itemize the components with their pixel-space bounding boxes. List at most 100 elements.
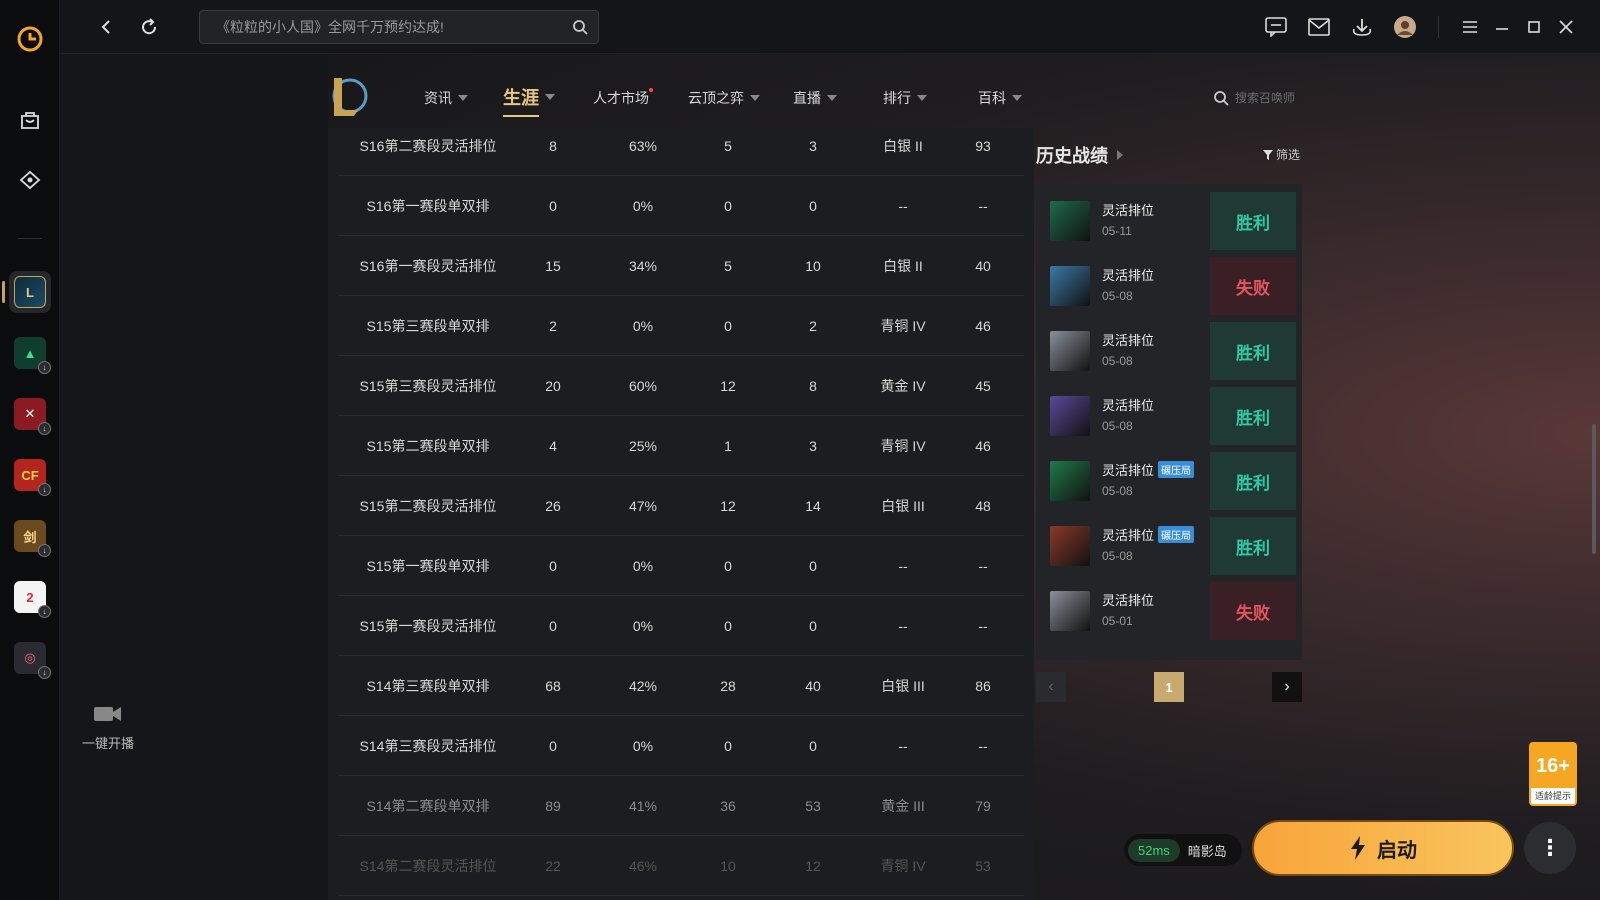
table-cell: 2 bbox=[809, 317, 817, 334]
table-cell: 3 bbox=[809, 137, 817, 154]
table-cell: 白银 II bbox=[883, 257, 923, 274]
match-item[interactable]: 灵活排位 05-01 失败 bbox=[1044, 582, 1296, 640]
launch-label: 启动 bbox=[1377, 839, 1417, 862]
nav-tab-3[interactable]: 云顶之弈 bbox=[688, 88, 760, 108]
global-search-input[interactable] bbox=[216, 19, 566, 35]
age-rating-note: 适龄提示 bbox=[1534, 791, 1571, 801]
store-bag-icon[interactable] bbox=[9, 99, 51, 141]
table-cell: 白银 III bbox=[881, 497, 925, 514]
table-row[interactable]: S14第二赛段单双排 89 41% 36 53 黄金 III 79 bbox=[338, 776, 1024, 836]
game-tile-2-icon[interactable]: 2 ↓ bbox=[9, 576, 51, 618]
nav-tab-2[interactable]: 人才市场 bbox=[593, 88, 653, 108]
nav-tab-label: 直播 bbox=[793, 90, 821, 106]
match-item[interactable]: 灵活排位 碾压局 05-08 胜利 bbox=[1044, 517, 1296, 575]
mail-icon[interactable] bbox=[1307, 15, 1331, 39]
match-item[interactable]: 灵活排位 05-11 胜利 bbox=[1044, 192, 1296, 250]
avatar[interactable] bbox=[1393, 15, 1417, 39]
lol-game-icon[interactable]: L bbox=[2, 271, 51, 313]
table-cell: 0% bbox=[632, 617, 654, 634]
match-result: 胜利 bbox=[1210, 192, 1296, 250]
table-row[interactable]: S15第一赛段灵活排位 0 0% 0 0 -- -- bbox=[338, 596, 1024, 656]
back-icon[interactable] bbox=[94, 15, 118, 39]
nav-tab-label: 排行 bbox=[883, 90, 911, 106]
crossfire-game-icon[interactable]: CF ↓ bbox=[9, 454, 51, 496]
game-tile-red-icon[interactable]: ✕ ↓ bbox=[9, 393, 51, 435]
chevron-down-icon bbox=[917, 95, 927, 101]
app-logo-icon[interactable] bbox=[9, 18, 51, 60]
table-row[interactable]: S16第一赛段灵活排位 15 34% 5 10 白银 II 40 bbox=[338, 236, 1024, 296]
scrollbar[interactable] bbox=[1592, 424, 1596, 554]
minimize-icon[interactable] bbox=[1490, 15, 1514, 39]
table-cell: 2 bbox=[549, 317, 557, 334]
table-cell: S15第三赛段灵活排位 bbox=[359, 377, 497, 394]
nav-tab-label: 人才市场 bbox=[593, 88, 653, 108]
video-camera-icon bbox=[94, 707, 121, 721]
prev-page-button[interactable]: ‹ bbox=[1036, 672, 1066, 702]
filter-button[interactable]: 筛选 bbox=[1262, 146, 1300, 163]
table-row[interactable]: S16第二赛段灵活排位 8 63% 5 3 白银 II 93 bbox=[338, 128, 1024, 176]
launch-button[interactable]: 启动 bbox=[1252, 820, 1514, 876]
table-cell: 0 bbox=[809, 617, 817, 634]
table-row[interactable]: S14第三赛段灵活排位 0 0% 0 0 -- -- bbox=[338, 716, 1024, 776]
download-icon[interactable] bbox=[1350, 15, 1374, 39]
notification-dot bbox=[649, 88, 653, 92]
match-item[interactable]: 灵活排位 05-08 胜利 bbox=[1044, 322, 1296, 380]
match-item[interactable]: 灵活排位 05-08 失败 bbox=[1044, 257, 1296, 315]
valorant-game-icon[interactable]: ▲ ↓ bbox=[9, 332, 51, 374]
match-item[interactable]: 灵活排位 碾压局 05-08 胜利 bbox=[1044, 452, 1296, 510]
table-cell: 40 bbox=[975, 257, 991, 274]
game-tile-gold-icon[interactable]: 剑 ↓ bbox=[9, 515, 51, 557]
nav-tab-1[interactable]: 生涯 bbox=[503, 84, 555, 117]
match-item[interactable]: 灵活排位 05-08 胜利 bbox=[1044, 387, 1296, 445]
search-icon[interactable] bbox=[572, 19, 588, 35]
more-options-button[interactable]: ⋮ bbox=[1524, 822, 1576, 874]
table-cell: 0 bbox=[724, 317, 732, 334]
maximize-icon[interactable] bbox=[1522, 15, 1546, 39]
one-click-stream-button[interactable]: 一键开播 bbox=[68, 704, 148, 752]
summoner-search-input[interactable] bbox=[1235, 91, 1325, 105]
table-row[interactable]: S15第二赛段灵活排位 26 47% 12 14 白银 III 48 bbox=[338, 476, 1024, 536]
match-result: 失败 bbox=[1210, 257, 1296, 315]
nav-tab-0[interactable]: 资讯 bbox=[424, 88, 468, 108]
game-tile-circle-icon[interactable]: ◎ ↓ bbox=[9, 637, 51, 679]
refresh-icon[interactable] bbox=[137, 15, 161, 39]
chevron-down-icon bbox=[750, 95, 760, 101]
active-tab-underline bbox=[503, 115, 539, 117]
nav-tab-6[interactable]: 百科 bbox=[978, 88, 1022, 108]
next-page-button[interactable]: › bbox=[1272, 672, 1302, 702]
match-date: 05-08 bbox=[1102, 289, 1133, 303]
table-cell: 60% bbox=[628, 377, 658, 394]
table-cell: 青铜 IV bbox=[880, 317, 926, 334]
table-row[interactable]: S16第一赛段单双排 0 0% 0 0 -- -- bbox=[338, 176, 1024, 236]
table-row[interactable]: S15第一赛段单双排 0 0% 0 0 -- -- bbox=[338, 536, 1024, 596]
match-date: 05-11 bbox=[1102, 224, 1132, 238]
history-title[interactable]: 历史战绩 bbox=[1036, 142, 1124, 168]
table-cell: -- bbox=[898, 557, 908, 574]
summoner-search[interactable] bbox=[1213, 90, 1325, 106]
table-cell: 0 bbox=[724, 197, 732, 214]
table-cell: S16第一赛段单双排 bbox=[366, 197, 490, 214]
table-cell: 0 bbox=[809, 557, 817, 574]
match-date: 05-08 bbox=[1102, 484, 1133, 498]
table-cell: 63% bbox=[628, 137, 658, 154]
match-mode: 灵活排位 bbox=[1102, 200, 1154, 219]
nav-tab-4[interactable]: 直播 bbox=[793, 88, 837, 108]
game-center-icon[interactable] bbox=[9, 159, 51, 201]
table-row[interactable]: S14第三赛段单双排 68 42% 28 40 白银 III 86 bbox=[338, 656, 1024, 716]
match-result: 胜利 bbox=[1210, 452, 1296, 510]
nav-tab-5[interactable]: 排行 bbox=[883, 88, 927, 108]
table-row[interactable]: S14第二赛段灵活排位 22 46% 10 12 青铜 IV 53 bbox=[338, 836, 1024, 896]
age-rating-badge: 16+ 适龄提示 bbox=[1529, 742, 1577, 806]
table-row[interactable]: S15第二赛段单双排 4 25% 1 3 青铜 IV 46 bbox=[338, 416, 1024, 476]
table-row[interactable]: S15第三赛段单双排 2 0% 0 2 青铜 IV 46 bbox=[338, 296, 1024, 356]
server-selector[interactable]: 52ms 暗影岛 bbox=[1124, 834, 1242, 866]
chat-icon[interactable] bbox=[1264, 15, 1288, 39]
close-icon[interactable] bbox=[1554, 15, 1578, 39]
lol-logo-icon[interactable] bbox=[328, 74, 368, 118]
menu-icon[interactable] bbox=[1458, 15, 1482, 39]
table-row[interactable]: S15第三赛段灵活排位 20 60% 12 8 黄金 IV 45 bbox=[338, 356, 1024, 416]
table-cell: 42% bbox=[628, 677, 658, 694]
page-number[interactable]: 1 bbox=[1154, 672, 1184, 702]
global-search-box[interactable] bbox=[199, 10, 599, 44]
caret-right-icon bbox=[1117, 150, 1123, 160]
